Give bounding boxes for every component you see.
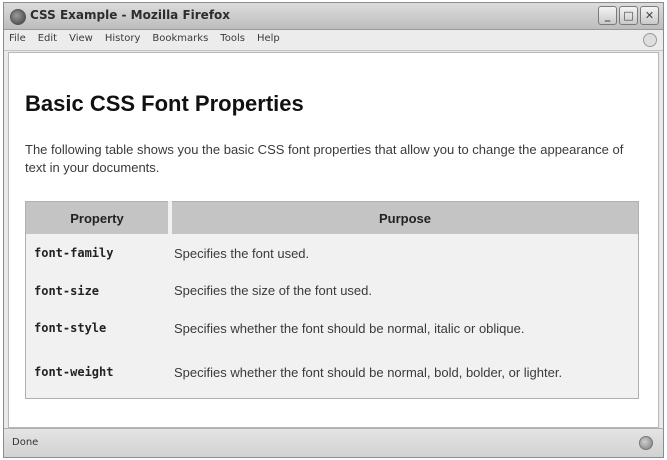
page-title: Basic CSS Font Properties bbox=[25, 91, 304, 116]
status-indicator-icon bbox=[639, 436, 653, 450]
menu-bar: File Edit View History Bookmarks Tools H… bbox=[4, 30, 663, 51]
status-bar: Done bbox=[4, 428, 663, 457]
table-header-row: Property Purpose bbox=[25, 201, 639, 234]
property-cell: font-size bbox=[34, 283, 100, 298]
menu-history[interactable]: History bbox=[105, 33, 141, 44]
menu-help[interactable]: Help bbox=[257, 33, 280, 44]
title-bar[interactable]: CSS Example - Mozilla Firefox _ □ ✕ bbox=[4, 3, 663, 30]
browser-window: CSS Example - Mozilla Firefox _ □ ✕ File… bbox=[3, 2, 664, 458]
menu-edit[interactable]: Edit bbox=[38, 33, 57, 44]
minimize-button[interactable]: _ bbox=[598, 6, 617, 25]
intro-paragraph: The following table shows you the basic … bbox=[25, 142, 624, 175]
header-property: Property bbox=[25, 201, 172, 234]
menu-file[interactable]: File bbox=[9, 33, 26, 44]
throbber-icon bbox=[643, 33, 657, 47]
purpose-cell: Specifies the size of the font used. bbox=[174, 283, 373, 299]
firefox-icon bbox=[10, 9, 26, 25]
page-content[interactable]: Basic CSS Font Properties The following … bbox=[8, 52, 659, 428]
table-row: font-size Specifies the size of the font… bbox=[26, 272, 639, 308]
property-cell: font-style bbox=[34, 321, 107, 336]
table-row: font-style Specifies whether the font sh… bbox=[26, 309, 639, 347]
menu-view[interactable]: View bbox=[69, 33, 93, 44]
close-button[interactable]: ✕ bbox=[640, 6, 659, 25]
window-controls: _ □ ✕ bbox=[598, 6, 659, 25]
property-cell: font-family bbox=[34, 246, 114, 261]
menu-tools[interactable]: Tools bbox=[220, 33, 245, 44]
purpose-cell: Specifies whether the font should be nor… bbox=[174, 320, 525, 336]
status-text: Done bbox=[12, 437, 39, 448]
property-cell: font-weight bbox=[34, 365, 114, 380]
menu-bookmarks[interactable]: Bookmarks bbox=[152, 33, 208, 44]
table-row: font-weight Specifies whether the font s… bbox=[26, 347, 639, 398]
table-row: font-family Specifies the font used. bbox=[26, 234, 639, 272]
purpose-cell: Specifies the font used. bbox=[174, 245, 310, 261]
font-properties-table: Property Purpose font-family Specifies t… bbox=[25, 201, 639, 399]
maximize-button[interactable]: □ bbox=[619, 6, 638, 25]
header-purpose: Purpose bbox=[170, 201, 639, 234]
purpose-cell: Specifies whether the font should be nor… bbox=[174, 365, 563, 381]
window-title: CSS Example - Mozilla Firefox bbox=[30, 8, 231, 22]
